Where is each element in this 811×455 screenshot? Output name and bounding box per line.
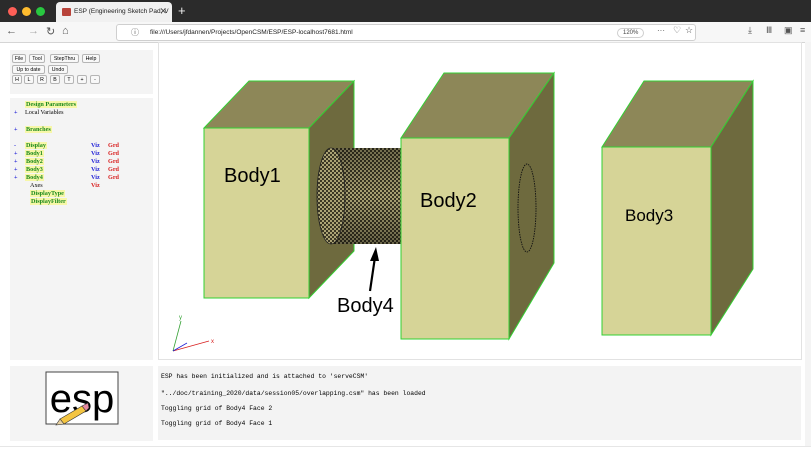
message-line: Toggling grid of Body4 Face 1 <box>161 420 273 427</box>
body2-label: Body2 <box>420 190 477 212</box>
zoom-out-button[interactable]: - <box>90 75 100 84</box>
window-titlebar: ESP (Engineering Sketch Pad, V ✕ + <box>0 0 811 22</box>
tree-body1-grd[interactable]: Grd <box>108 150 119 157</box>
home-icon[interactable]: ⌂ <box>62 25 69 37</box>
tree-body3-viz[interactable]: Viz <box>91 166 100 173</box>
pocket-icon[interactable]: ♡ <box>673 25 681 36</box>
uptodate-button[interactable]: Up to date <box>12 65 45 74</box>
url-bar[interactable]: ⓘ file:///Users/jfdannen/Projects/OpenCS… <box>116 24 696 41</box>
tree-body2-grd[interactable]: Grd <box>108 158 119 165</box>
page-actions-icon[interactable]: ··· <box>657 26 665 35</box>
info-icon[interactable]: ⓘ <box>131 27 139 38</box>
back-icon[interactable]: ← <box>6 25 17 37</box>
favicon-icon <box>62 8 71 16</box>
esp-logo: esp <box>45 371 119 426</box>
tree-body4-label: Body4 <box>25 174 44 181</box>
tree-display-filter-label: DisplayFilter <box>30 198 67 205</box>
help-button[interactable]: Help <box>82 54 100 63</box>
scene-canvas[interactable]: Body1 Body2 Body3 Body4 x y <box>159 43 803 361</box>
view-right-button[interactable]: R <box>37 75 47 84</box>
logo-panel: esp <box>10 366 153 441</box>
message-line: Toggling grid of Body4 Face 2 <box>161 405 273 412</box>
browser-tab[interactable]: ESP (Engineering Sketch Pad, V ✕ <box>56 2 172 22</box>
axis-y-label: y <box>179 315 182 321</box>
tree-body2[interactable]: Body2 <box>25 158 44 165</box>
tree-display[interactable]: Display <box>25 142 47 149</box>
sidebar-icon[interactable]: ▣ <box>784 25 793 36</box>
zoom-in-button[interactable]: + <box>77 75 87 84</box>
forward-icon[interactable]: → <box>28 25 39 37</box>
menu-icon[interactable]: ≡ <box>800 25 805 35</box>
body1-label: Body1 <box>224 165 281 187</box>
tree-design-parameters-label: Design Parameters <box>25 101 77 108</box>
tree-local-variables[interactable]: Local Variables <box>25 109 64 116</box>
undo-button[interactable]: Undo <box>48 65 68 74</box>
axis-x-label: x <box>211 339 214 345</box>
message-line: ESP has been initialized and is attached… <box>161 373 369 380</box>
file-button[interactable]: File <box>12 54 26 63</box>
tree-body2-label: Body2 <box>25 158 44 165</box>
zoom-level[interactable]: 120% <box>617 28 645 38</box>
tool-button[interactable]: Tool <box>29 54 45 63</box>
reload-icon[interactable]: ↻ <box>46 25 55 38</box>
body3-label: Body3 <box>625 206 673 225</box>
tree-body4-toggle[interactable]: + <box>14 174 18 181</box>
tree-body2-toggle[interactable]: + <box>14 158 18 165</box>
view-top-button[interactable]: T <box>64 75 74 84</box>
tree-body3-label: Body3 <box>25 166 44 173</box>
close-window-button[interactable] <box>8 7 17 16</box>
toolbar-panel: File Tool StepThru Help Up to date Undo … <box>10 50 153 94</box>
tree-body3-grd[interactable]: Grd <box>108 166 119 173</box>
bottom-strip <box>0 446 811 455</box>
tree-body3[interactable]: Body3 <box>25 166 44 173</box>
library-icon[interactable]: Ⅲ <box>766 25 772 36</box>
tree-body1-toggle[interactable]: + <box>14 150 18 157</box>
minimize-window-button[interactable] <box>22 7 31 16</box>
browser-navbar: ← → ↻ ⌂ ⓘ file:///Users/jfdannen/Project… <box>0 22 811 43</box>
stepthru-button[interactable]: StepThru <box>50 54 79 63</box>
graphics-viewport[interactable]: Body1 Body2 Body3 Body4 x y <box>158 42 802 360</box>
tree-local-variables-toggle[interactable]: + <box>14 109 18 116</box>
view-left-button[interactable]: L <box>24 75 34 84</box>
body4-label: Body4 <box>337 295 394 317</box>
url-text[interactable]: file:///Users/jfdannen/Projects/OpenCSM/… <box>150 29 353 36</box>
tree-branches[interactable]: Branches <box>25 126 52 133</box>
tree-body1-label: Body1 <box>25 150 44 157</box>
message-line: "../doc/training_2020/data/session05/ove… <box>161 390 426 397</box>
tree-display-grd[interactable]: Grd <box>108 142 119 149</box>
tree-body3-toggle[interactable]: + <box>14 166 18 173</box>
tree-display-type[interactable]: DisplayType <box>30 190 65 197</box>
body4-arrow <box>368 247 379 292</box>
tree-display-filter[interactable]: DisplayFilter <box>30 198 67 205</box>
tree-branches-label: Branches <box>25 126 52 133</box>
tree-body4[interactable]: Body4 <box>25 174 44 181</box>
tree-display-viz[interactable]: Viz <box>91 142 100 149</box>
axes-triad: x y <box>172 315 214 352</box>
download-icon[interactable]: ⤓ <box>748 25 752 36</box>
body4-cylinder[interactable] <box>316 147 402 245</box>
view-home-button[interactable]: H <box>12 75 22 84</box>
maximize-window-button[interactable] <box>36 7 45 16</box>
tree-design-parameters[interactable]: Design Parameters <box>25 101 77 108</box>
tree-axes[interactable]: Axes <box>30 182 43 189</box>
tree-body1[interactable]: Body1 <box>25 150 44 157</box>
tree-axes-viz[interactable]: Viz <box>91 182 100 189</box>
new-tab-button[interactable]: + <box>178 3 186 18</box>
tree-branches-toggle[interactable]: + <box>14 126 18 133</box>
tree-body4-grd[interactable]: Grd <box>108 174 119 181</box>
view-bottom-button[interactable]: B <box>50 75 60 84</box>
bookmark-star-icon[interactable]: ☆ <box>685 25 693 36</box>
tree-panel: Design Parameters + Local Variables + Br… <box>10 98 153 360</box>
tree-display-label: Display <box>25 142 47 149</box>
tab-title: ESP (Engineering Sketch Pad, V <box>74 8 169 15</box>
close-tab-icon[interactable]: ✕ <box>159 6 167 17</box>
tree-display-type-label: DisplayType <box>30 190 65 197</box>
right-panel-strip <box>805 42 811 453</box>
esp-logo-text: esp <box>50 377 115 421</box>
tree-body1-viz[interactable]: Viz <box>91 150 100 157</box>
tree-display-toggle[interactable]: - <box>14 142 16 149</box>
tree-body2-viz[interactable]: Viz <box>91 158 100 165</box>
tree-body4-viz[interactable]: Viz <box>91 174 100 181</box>
message-console: ESP has been initialized and is attached… <box>158 366 801 440</box>
